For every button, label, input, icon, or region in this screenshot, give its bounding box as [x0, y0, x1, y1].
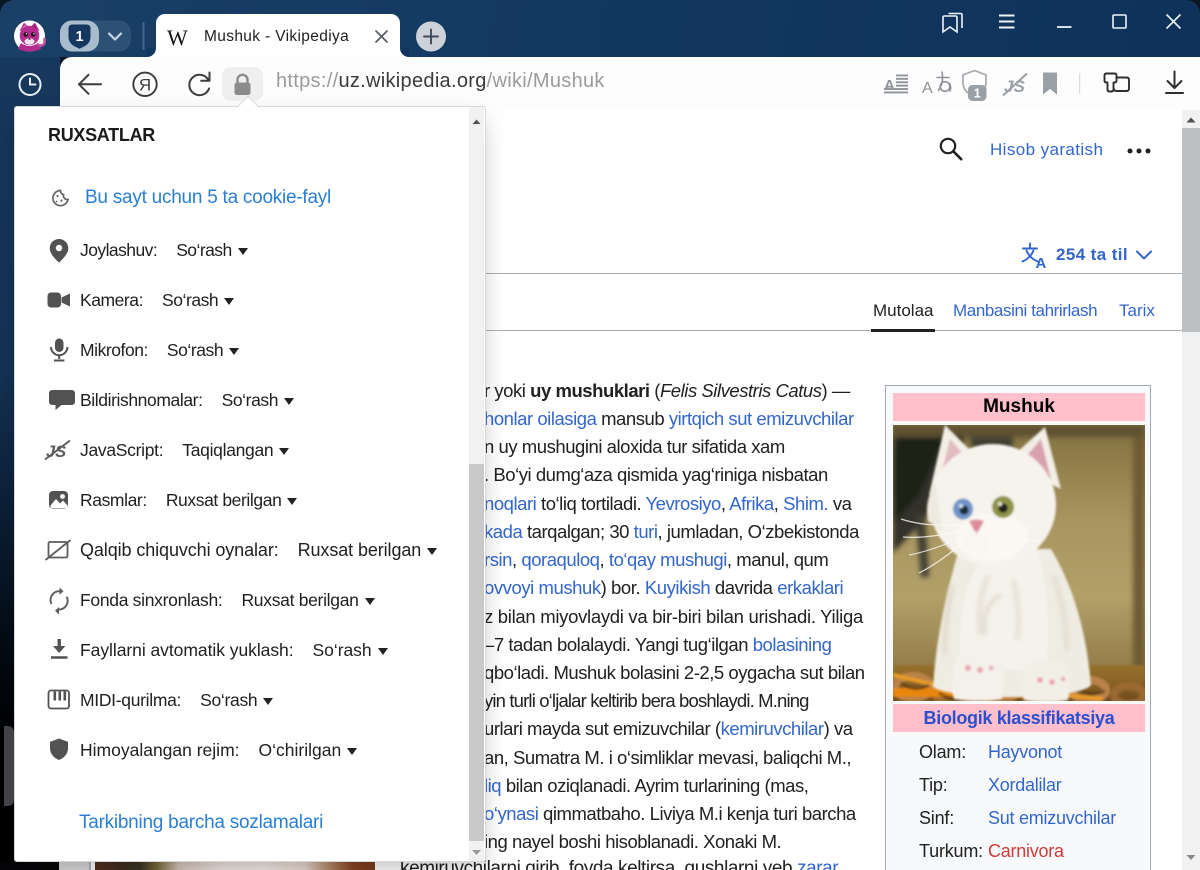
svg-text:A: A — [1036, 255, 1047, 270]
svg-text:1: 1 — [974, 87, 981, 101]
svg-text:A: A — [884, 77, 895, 94]
svg-text:JS: JS — [1004, 77, 1025, 96]
svg-text:Я: Я — [139, 75, 151, 94]
svg-text:A: A — [922, 80, 933, 97]
